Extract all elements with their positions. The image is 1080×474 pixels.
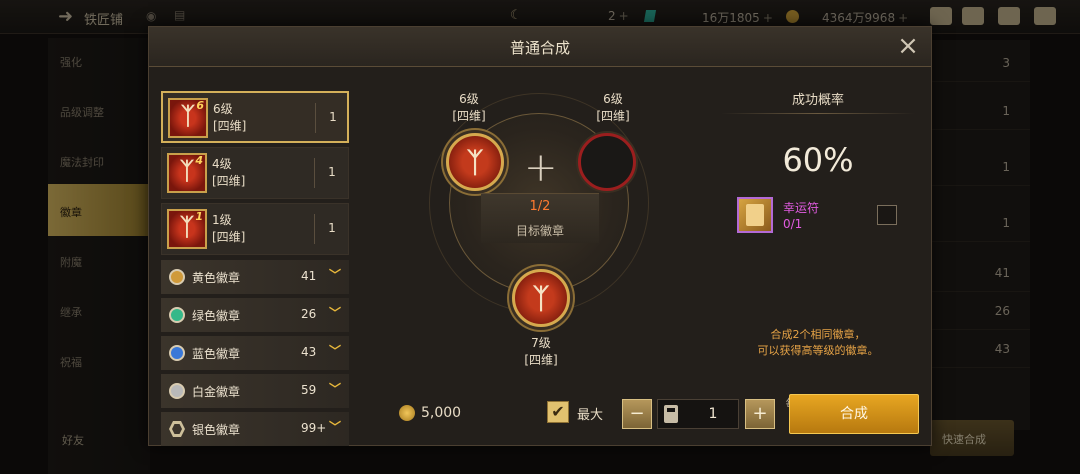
synthesize-button[interactable]: 合成 xyxy=(789,394,919,434)
badge-attr: [四维] xyxy=(212,230,246,244)
badge-icon: ᛉ1 xyxy=(167,209,207,249)
badge-name: 4级 xyxy=(212,157,232,171)
category-label: 白金徽章 xyxy=(192,385,241,399)
category-blue[interactable]: 蓝色徽章 43 ﹀ xyxy=(161,336,349,370)
badge-attr: [四维] xyxy=(213,119,247,133)
badge-count: 1 xyxy=(328,221,336,235)
badge-name: 1级 xyxy=(212,213,232,227)
badge-item-1[interactable]: ᛉ1 1级 [四维] 1 xyxy=(161,203,349,255)
chevron-down-icon[interactable]: ﹀ xyxy=(329,380,341,397)
chevron-down-icon[interactable]: ﹀ xyxy=(329,342,341,359)
badge-emblem-icon: ᛉ xyxy=(466,146,484,179)
category-label: 蓝色徽章 xyxy=(192,347,241,361)
category-green[interactable]: 绿色徽章 26 ﹀ xyxy=(161,298,349,332)
lucky-charm-icon[interactable] xyxy=(737,197,773,233)
divider xyxy=(314,214,315,244)
slot1-label: 6级 [四维] xyxy=(452,92,486,123)
blue-dot-icon xyxy=(169,345,185,361)
category-count: 59 xyxy=(301,383,317,397)
divider xyxy=(314,158,315,188)
badge-item-4[interactable]: ᛉ4 4级 [四维] 1 xyxy=(161,147,349,199)
category-yellow[interactable]: 黄色徽章 41 ﹀ xyxy=(161,260,349,294)
badge-icon: ᛉ4 xyxy=(167,153,207,193)
description: 合成2个相同徽章， 可以获得高等级的徽章。 xyxy=(757,328,879,357)
lucky-charm-checkbox[interactable] xyxy=(877,205,897,225)
badge-attr: [四维] xyxy=(212,174,246,188)
badge-count: 1 xyxy=(328,165,336,179)
badge-icon: ᛉ6 xyxy=(168,98,208,138)
category-count: 41 xyxy=(301,269,317,283)
modal-title: 普通合成 xyxy=(509,39,570,57)
badge-list[interactable]: ᛉ6 6级 [四维] 1 ᛉ4 4级 [四维] 1 ᛉ1 1级 [四维] 1 黄… xyxy=(159,67,365,447)
modal-header: 普通合成 × xyxy=(149,27,931,67)
badge-name: 6级 xyxy=(213,102,233,116)
lucky-charm-count: 0/1 xyxy=(783,217,803,231)
green-dot-icon xyxy=(169,307,185,323)
cost-value: 5,000 xyxy=(421,405,462,421)
rate-panel: 成功概率 60% 幸运符 0/1 合成2个相同徽章，可以获得高等级的徽章。 每天… xyxy=(705,67,931,410)
max-checkbox[interactable]: ✔ xyxy=(547,401,569,423)
minus-button[interactable]: − xyxy=(622,399,652,429)
calculator-icon[interactable] xyxy=(664,405,678,423)
badge-emblem-icon: ᛉ xyxy=(532,282,550,315)
badge-item-6[interactable]: ᛉ6 6级 [四维] 1 xyxy=(161,91,349,143)
chevron-down-icon[interactable]: ﹀ xyxy=(329,304,341,321)
material-slot-1[interactable]: ᛉ xyxy=(446,133,504,191)
category-label: 银色徽章 xyxy=(192,423,241,437)
progress-text: 1/2 xyxy=(529,199,551,214)
badge-count: 1 xyxy=(329,110,337,124)
chevron-down-icon[interactable]: ﹀ xyxy=(329,418,341,435)
quantity-input[interactable]: 1 xyxy=(657,399,739,429)
category-platinum[interactable]: 白金徽章 59 ﹀ xyxy=(161,374,349,408)
target-label: 目标徽章 xyxy=(515,224,564,238)
plus-icon: + xyxy=(524,145,558,191)
rate-title: 成功概率 xyxy=(791,93,844,108)
category-count: 43 xyxy=(301,345,317,359)
category-count: 99+ xyxy=(301,421,327,435)
target-banner: 1/2 目标徽章 xyxy=(481,193,599,243)
divider xyxy=(721,113,915,114)
success-rate: 60% xyxy=(782,141,854,179)
quantity-value: 1 xyxy=(708,406,718,422)
plus-button[interactable]: + xyxy=(745,399,775,429)
max-label: 最大 xyxy=(577,408,604,423)
yellow-dot-icon xyxy=(169,269,185,285)
result-slot[interactable]: ᛉ xyxy=(512,269,570,327)
category-label: 黄色徽章 xyxy=(192,271,241,285)
chevron-down-icon[interactable]: ﹀ xyxy=(329,266,341,283)
slot2-label: 6级 [四维] xyxy=(596,92,630,123)
divider xyxy=(315,103,316,133)
lucky-charm-name: 幸运符 xyxy=(783,201,820,215)
result-label: 7级 [四维] xyxy=(524,336,558,367)
platinum-dot-icon xyxy=(169,383,185,399)
category-count: 26 xyxy=(301,307,317,321)
synthesis-modal: 普通合成 × ᛉ6 6级 [四维] 1 ᛉ4 4级 [四维] 1 ᛉ1 1级 [… xyxy=(148,26,932,446)
material-slot-2[interactable] xyxy=(578,133,636,191)
list-item-partial xyxy=(161,67,351,81)
category-silver[interactable]: 银色徽章 99+ ﹀ xyxy=(161,412,349,446)
gold-coin-icon xyxy=(399,405,415,421)
close-icon[interactable]: × xyxy=(895,33,921,59)
category-label: 绿色徽章 xyxy=(192,309,241,323)
